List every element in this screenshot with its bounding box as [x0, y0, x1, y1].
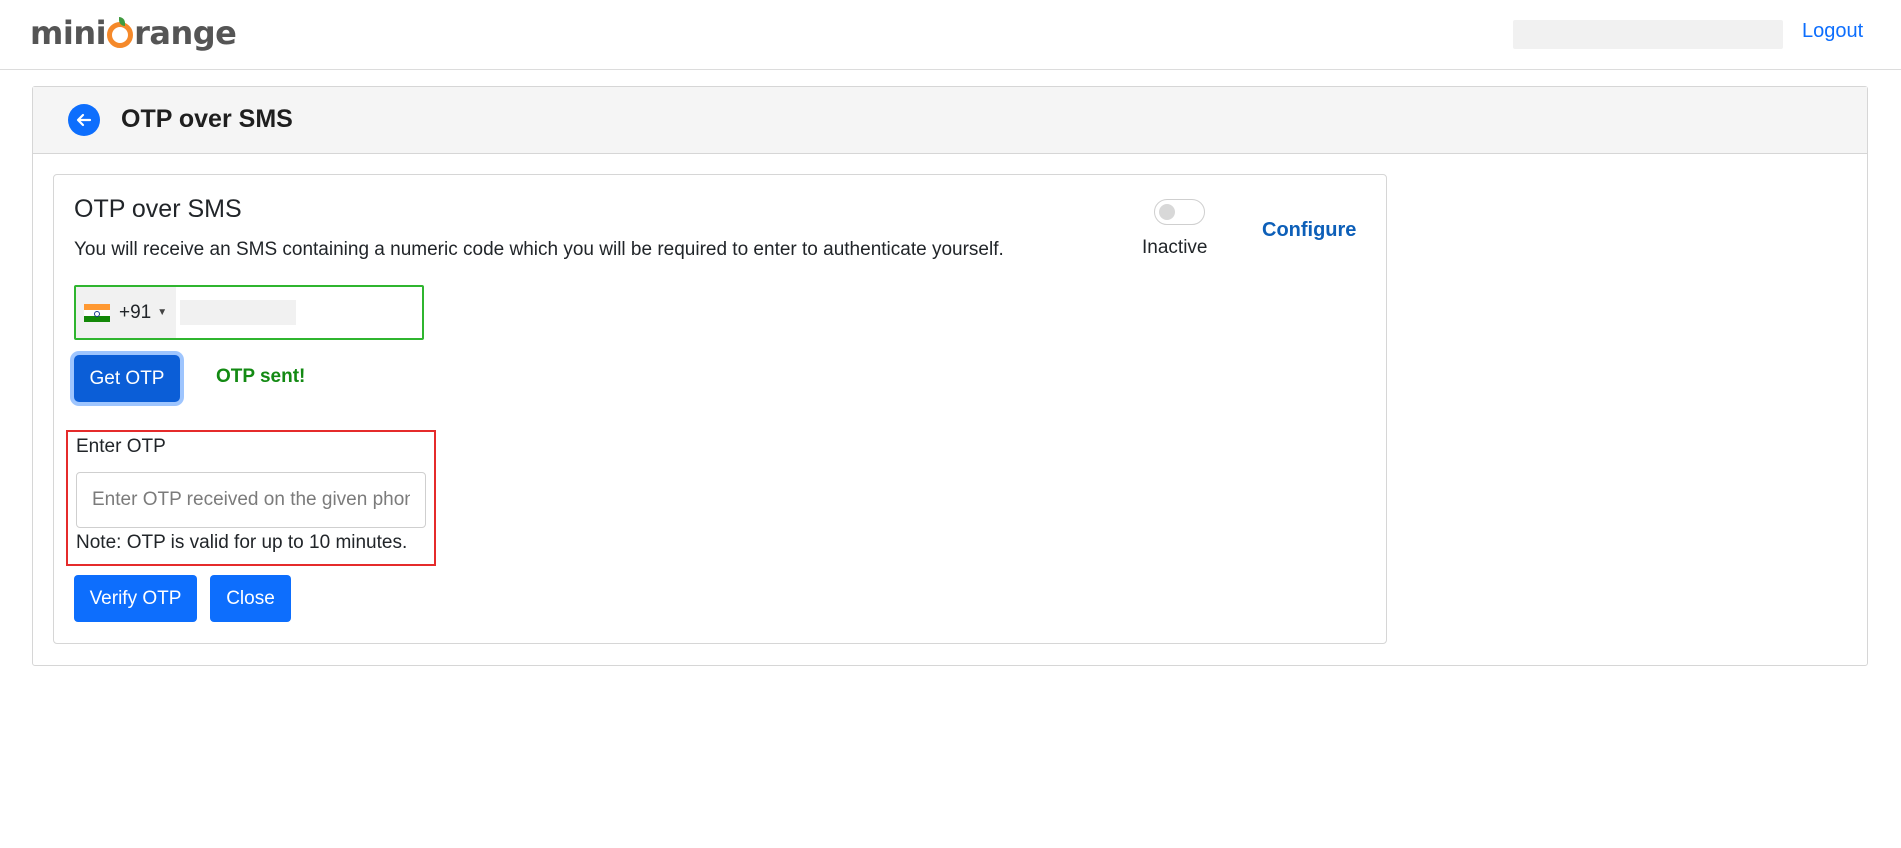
- caret-down-icon: ▼: [157, 307, 168, 318]
- toggle-knob: [1159, 204, 1175, 220]
- method-description: You will receive an SMS containing a num…: [74, 239, 1004, 260]
- page-card: OTP over SMS OTP over SMS You will recei…: [32, 86, 1868, 666]
- orange-logo-icon: [107, 17, 134, 48]
- otp-input[interactable]: [76, 472, 426, 528]
- back-button[interactable]: [68, 104, 100, 136]
- brand-logo[interactable]: mini range: [30, 12, 237, 54]
- country-code-dropdown[interactable]: +91 ▼: [76, 287, 176, 338]
- phone-input-group: +91 ▼: [74, 285, 424, 340]
- arrow-left-icon: [76, 113, 92, 127]
- page-title: OTP over SMS: [121, 105, 293, 133]
- logout-link[interactable]: Logout: [1802, 20, 1863, 43]
- otp-label: Enter OTP: [76, 436, 166, 457]
- logo-text-mini: mini: [30, 14, 107, 52]
- otp-sent-status: OTP sent!: [216, 366, 306, 387]
- method-status-label: Inactive: [1142, 237, 1208, 258]
- otp-validity-note: Note: OTP is valid for up to 10 minutes.: [76, 532, 408, 553]
- user-name-placeholder: [1513, 20, 1783, 49]
- get-otp-button[interactable]: Get OTP: [74, 355, 180, 402]
- phone-number-input[interactable]: [180, 300, 296, 325]
- otp-entry-section: Enter OTP Note: OTP is valid for up to 1…: [66, 430, 436, 566]
- otp-method-card: OTP over SMS You will receive an SMS con…: [53, 174, 1387, 644]
- configure-link[interactable]: Configure: [1262, 219, 1356, 242]
- method-title: OTP over SMS: [74, 195, 242, 223]
- india-flag-icon: [84, 303, 110, 322]
- top-navbar: mini range Logout: [0, 0, 1901, 70]
- method-enable-toggle[interactable]: [1154, 199, 1205, 225]
- close-button[interactable]: Close: [210, 575, 291, 622]
- verify-otp-button[interactable]: Verify OTP: [74, 575, 197, 622]
- dial-code: +91: [119, 301, 152, 323]
- logo-text-range: range: [134, 14, 237, 52]
- page-header: OTP over SMS: [33, 87, 1867, 154]
